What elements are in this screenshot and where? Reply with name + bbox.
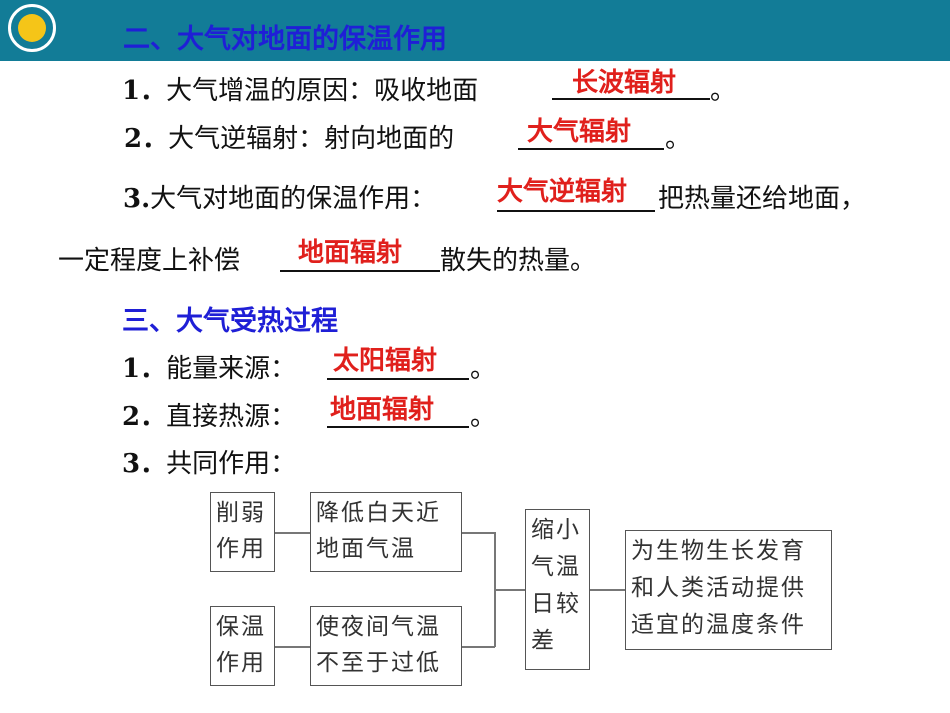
insulate-effect-box: 使夜间气温 不至于过低 [310, 606, 462, 686]
answer-text: 地面辐射 [330, 395, 435, 425]
connector-line [590, 589, 625, 591]
section2-heading: 二、大气对地面的保温作用 [123, 24, 447, 55]
item-end: 。 [710, 76, 737, 106]
item-text: 大气对地面的保温作用： [150, 184, 437, 214]
item3-line2: 一定程度上补偿 [58, 246, 241, 276]
box-line: 作用 [216, 650, 266, 676]
answer-blank [497, 210, 655, 212]
section3-heading: 三、大气受热过程 [122, 306, 338, 337]
item-text: 直接热源： [166, 402, 297, 432]
answer-text: 大气辐射 [527, 117, 632, 147]
box-line: 差 [531, 628, 556, 654]
sun-logo-icon [8, 4, 56, 52]
item-number: 3. [123, 184, 151, 214]
box-line: 使夜间气温 [316, 614, 441, 640]
box-line: 适宜的温度条件 [631, 612, 806, 638]
item-number: 2． [122, 402, 167, 432]
answer-text: 地面辐射 [298, 238, 403, 268]
box-line: 和人类活动提供 [631, 575, 806, 601]
item-number: 2． [124, 124, 169, 154]
sun-icon [18, 14, 46, 42]
insulate-box: 保温 作用 [210, 606, 275, 686]
item-after: 把热量还给地面， [658, 184, 867, 214]
answer-blank [280, 270, 440, 272]
reduce-range-box: 缩小 气温 日较 差 [525, 509, 590, 670]
section3-item2: 2．直接热源： [122, 396, 296, 433]
connector-line [462, 532, 495, 534]
connector-line [494, 589, 525, 591]
answer-text: 太阳辐射 [333, 346, 438, 376]
box-line: 缩小 [531, 517, 581, 543]
box-line: 不至于过低 [316, 650, 441, 676]
connector-line [275, 532, 310, 534]
box-line: 降低白天近 [316, 500, 441, 526]
item-end: 。 [470, 402, 497, 432]
answer-blank [327, 378, 469, 380]
answer-text: 大气逆辐射 [497, 177, 628, 207]
box-line: 为生物生长发育 [631, 538, 806, 564]
answer-blank [518, 148, 664, 150]
connector-line [275, 646, 310, 648]
section2-item2: 2．大气逆辐射：射向地面的 [124, 118, 454, 155]
weaken-box: 削弱 作用 [210, 492, 275, 572]
weaken-effect-box: 降低白天近 地面气温 [310, 492, 462, 572]
item-number: 1． [122, 354, 167, 384]
item-number: 1． [122, 76, 167, 106]
benefit-box: 为生物生长发育 和人类活动提供 适宜的温度条件 [625, 530, 832, 650]
item-end: 。 [470, 354, 497, 384]
item-text: 能量来源： [166, 354, 297, 384]
item-end: 。 [665, 124, 692, 154]
box-line: 气温 [531, 554, 581, 580]
answer-blank [327, 426, 469, 428]
section3-item1: 1．能量来源： [122, 348, 296, 385]
answer-text: 长波辐射 [572, 68, 677, 98]
item-after: 散失的热量。 [440, 246, 597, 276]
section2-item1: 1．大气增温的原因：吸收地面 [122, 70, 478, 107]
section3-item3: 3．共同作用： [122, 443, 296, 480]
item-text: 共同作用： [166, 449, 297, 479]
item-text: 大气逆辐射：射向地面的 [168, 124, 455, 154]
section2-item3: 3.大气对地面的保温作用： [123, 178, 436, 215]
item-text: 大气增温的原因：吸收地面 [166, 76, 479, 106]
box-line: 削弱 [216, 500, 266, 526]
item-number: 3． [122, 449, 167, 479]
box-line: 保温 [216, 614, 266, 640]
connector-line [462, 646, 495, 648]
box-line: 作用 [216, 536, 266, 562]
box-line: 日较 [531, 591, 581, 617]
box-line: 地面气温 [316, 536, 416, 562]
